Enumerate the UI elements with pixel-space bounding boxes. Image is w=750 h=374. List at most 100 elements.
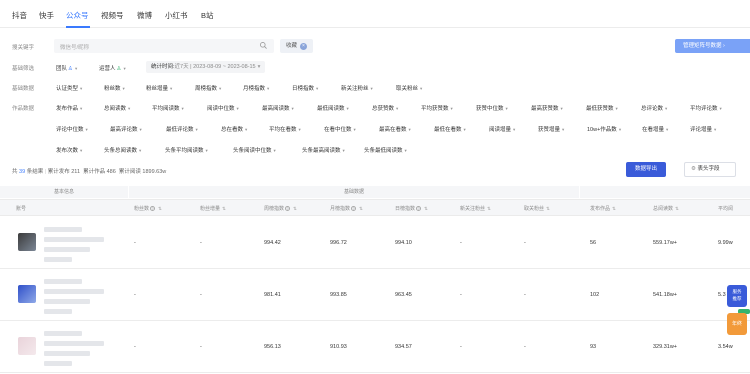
sort-icon[interactable]: ⇅ [293, 206, 297, 211]
tab-weibo[interactable]: 微博 [137, 10, 152, 21]
sort-icon[interactable]: ⇅ [158, 206, 162, 211]
works-filter-7[interactable]: 最高在看数 ▾ [379, 125, 411, 133]
works-filter-10[interactable]: 最高获赞数 ▾ [531, 104, 563, 112]
avatar[interactable] [18, 337, 36, 355]
basic-data-filter-6[interactable]: 日榜指数 ▾ [292, 84, 318, 92]
sort-icon[interactable]: ⇅ [675, 206, 679, 211]
date-label: 统计时间: [151, 64, 175, 70]
cell-reads: 329.31w+ [653, 344, 678, 350]
chevron-down-icon: ▾ [562, 127, 565, 132]
chevron-down-icon: ▾ [408, 127, 411, 132]
chevron-down-icon: ▾ [236, 106, 239, 111]
help-icon[interactable]: ? [351, 205, 357, 211]
works-filter-8[interactable]: 最低在看数 ▾ [434, 125, 466, 133]
works-filter-6[interactable]: 头条最低阅读数 ▾ [364, 146, 407, 154]
table-row[interactable]: - - 981.41 993.85 963.45 - - 102 541.18w+ 5.3 [0, 269, 750, 321]
help-icon[interactable]: ? [416, 205, 422, 211]
works-filter-9[interactable]: 获赞中位数 ▾ [476, 104, 508, 112]
works-filter-7[interactable]: 总获赞数 ▾ [372, 104, 398, 112]
date-range-picker[interactable]: 统计时间:近7天 | 2023-08-09 ~ 2023-08-15 ▾ [146, 61, 266, 73]
basic-data-filter-7[interactable]: 新关注粉丝 ▾ [341, 84, 373, 92]
avatar[interactable] [18, 233, 36, 251]
floating-service-button[interactable]: 服务 推荐 [727, 285, 747, 307]
works-filter-13[interactable]: 评论增量 ▾ [690, 125, 716, 133]
search-input[interactable]: 微信号/昵称 [54, 39, 274, 53]
column-day-index[interactable]: 日榜指数? ⇅ [395, 205, 428, 212]
tab-channels[interactable]: 视频号 [101, 10, 124, 21]
works-filter-5[interactable]: 最高阅读数 ▾ [262, 104, 294, 112]
column-fans-increase[interactable]: 粉丝增量 ⇅ [200, 205, 226, 212]
works-filter-12[interactable]: 总评论数 ▾ [641, 104, 667, 112]
column-account[interactable]: 账号 [16, 205, 26, 212]
sort-icon[interactable]: ⇅ [546, 206, 550, 211]
works-filter-3[interactable]: 平均阅读数 ▾ [152, 104, 184, 112]
column-total-reads[interactable]: 总阅读数 ⇅ [653, 205, 679, 212]
operator-filter[interactable]: 运营人♙ ▾ [99, 64, 126, 72]
works-filter-2[interactable]: 总阅读数 ▾ [104, 104, 130, 112]
blurred-account-info [44, 351, 90, 356]
avatar[interactable] [18, 285, 36, 303]
tab-xiaohongshu[interactable]: 小红书 [165, 10, 188, 21]
column-week-index[interactable]: 周榜指数? ⇅ [264, 205, 297, 212]
works-filter-2[interactable]: 头条总阅读数 ▾ [104, 146, 141, 154]
works-filter-4[interactable]: 阅读中位数 ▾ [207, 104, 239, 112]
sort-icon[interactable]: ⇅ [359, 206, 363, 211]
tab-bilibili[interactable]: B站 [201, 10, 214, 21]
gear-icon: ⚙ [691, 166, 696, 172]
works-filter-12[interactable]: 在看增量 ▾ [642, 125, 668, 133]
works-filter-11[interactable]: 10w+作品数 ▾ [587, 125, 621, 133]
basic-data-filter-8[interactable]: 取关粉丝 ▾ [396, 84, 422, 92]
works-filter-4[interactable]: 总在看数 ▾ [221, 125, 247, 133]
works-filter-9[interactable]: 阅读增量 ▾ [489, 125, 515, 133]
works-filter-1[interactable]: 评论中位数 ▾ [56, 125, 88, 133]
works-filter-11[interactable]: 最低获赞数 ▾ [586, 104, 618, 112]
basic-data-filter-4[interactable]: 周榜指数 ▾ [195, 84, 221, 92]
works-filter-5[interactable]: 头条最高阅读数 ▾ [302, 146, 345, 154]
column-month-index[interactable]: 月榜指数? ⇅ [330, 205, 363, 212]
column-fans[interactable]: 粉丝数? ⇅ [134, 205, 162, 212]
tab-douyin[interactable]: 抖音 [12, 10, 27, 21]
chevron-down-icon: ▾ [170, 86, 173, 91]
basic-data-filter-3[interactable]: 粉丝增量 ▾ [146, 84, 172, 92]
table-row[interactable]: - - 994.42 996.72 994.10 - - 56 559.17w+ 9.99w [0, 217, 750, 269]
export-data-button[interactable]: 数据导出 [626, 162, 666, 177]
manage-matrix-data-button[interactable]: 管理矩阵号数据 › [675, 39, 750, 53]
works-filter-6[interactable]: 最低阅读数 ▾ [317, 104, 349, 112]
works-filter-6[interactable]: 在看中位数 ▾ [324, 125, 356, 133]
column-avg-reads[interactable]: 平均阅 [718, 205, 733, 212]
help-icon[interactable]: ? [285, 205, 291, 211]
column-new-follow[interactable]: 新关注粉丝 ⇅ [460, 205, 491, 212]
works-filter-3[interactable]: 最低评论数 ▾ [166, 125, 198, 133]
works-filter-1[interactable]: 发布次数 ▾ [56, 146, 82, 154]
sort-icon[interactable]: ⇅ [424, 206, 428, 211]
collect-filter-chip[interactable]: 收藏 × [280, 39, 314, 53]
basic-data-filter-5[interactable]: 月榜指数 ▾ [243, 84, 269, 92]
result-summary: 共 39 条结果 | 累计发布 211 累计作品 486 累计阅读 1899.6… [12, 169, 167, 175]
tab-kuaishou[interactable]: 快手 [39, 10, 54, 21]
works-filter-1[interactable]: 发布作品 ▾ [56, 104, 82, 112]
basic-data-filter-2[interactable]: 粉丝数 ▾ [104, 84, 125, 92]
works-filter-8[interactable]: 平均获赞数 ▾ [421, 104, 453, 112]
works-filter-2[interactable]: 最高评论数 ▾ [110, 125, 142, 133]
sort-icon[interactable]: ⇅ [612, 206, 616, 211]
cell-posts: 56 [590, 240, 597, 246]
help-icon[interactable]: ? [150, 205, 156, 211]
sort-icon[interactable]: ⇅ [487, 206, 491, 211]
tab-wechat-official[interactable]: 公众号 [66, 10, 89, 21]
chevron-down-icon: ▾ [267, 86, 270, 91]
works-filter-4[interactable]: 头条阅读中位数 ▾ [233, 146, 276, 154]
column-posts[interactable]: 发布作品 ⇅ [590, 205, 616, 212]
search-icon[interactable] [259, 41, 268, 50]
team-filter[interactable]: 团队♙ ▾ [56, 64, 77, 72]
header-fields-button[interactable]: ⚙ 表头字段 [684, 162, 736, 177]
table-row[interactable]: - - 956.13 910.93 934.57 - - 93 329.31w+ 3.54w [0, 321, 750, 373]
basic-data-filter-1[interactable]: 认证类型 ▾ [56, 84, 82, 92]
sort-icon[interactable]: ⇅ [222, 206, 226, 211]
floating-year-end-button[interactable]: 年终 [727, 313, 747, 335]
works-filter-13[interactable]: 平均评论数 ▾ [690, 104, 722, 112]
close-icon[interactable]: × [300, 43, 308, 50]
works-filter-10[interactable]: 获赞增量 ▾ [538, 125, 564, 133]
works-filter-3[interactable]: 头条平均阅读数 ▾ [165, 146, 208, 154]
works-filter-5[interactable]: 平均在看数 ▾ [269, 125, 301, 133]
column-unfollow[interactable]: 取关粉丝 ⇅ [524, 205, 550, 212]
